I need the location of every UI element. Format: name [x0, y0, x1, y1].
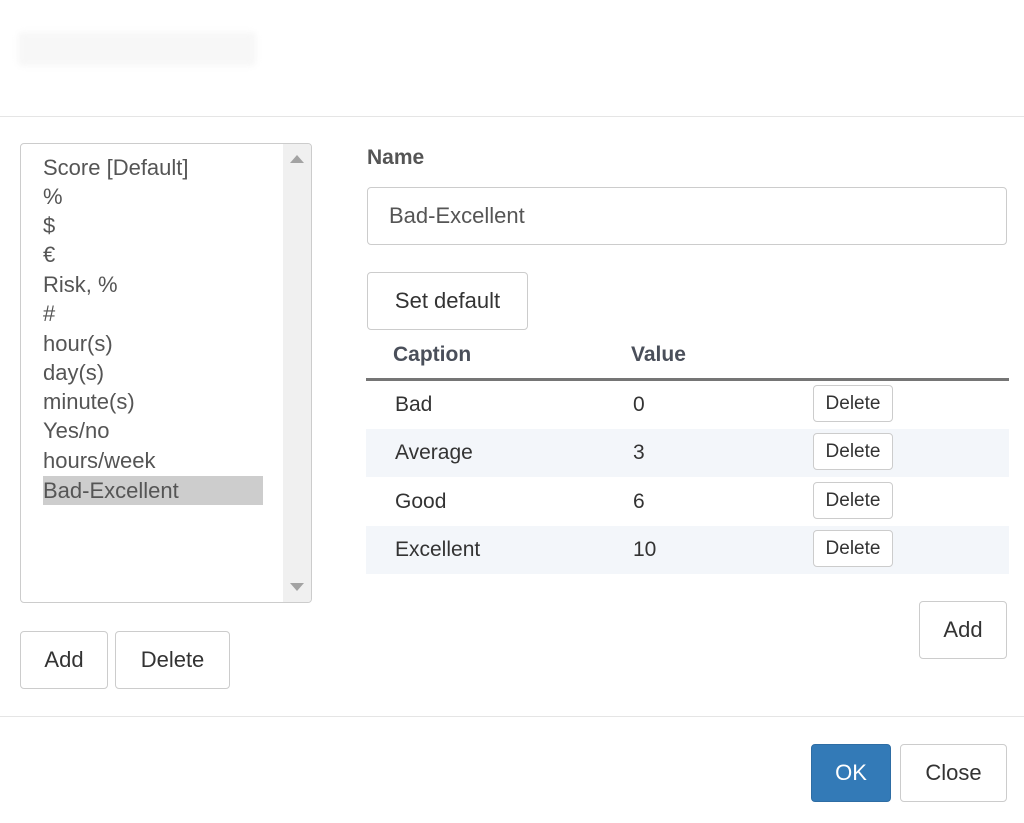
- caption-column-header: Caption: [393, 343, 472, 366]
- unit-option[interactable]: %: [43, 182, 63, 211]
- caption-cell: Excellent: [395, 538, 481, 561]
- listbox-scrollbar[interactable]: [283, 144, 311, 602]
- scroll-down-arrow-icon[interactable]: [290, 583, 304, 591]
- table-row: Excellent 10 Delete: [366, 526, 1009, 574]
- add-unit-button[interactable]: Add: [20, 631, 108, 689]
- table-row: Bad 0 Delete: [366, 381, 1009, 429]
- value-column-header: Value: [631, 343, 686, 366]
- unit-option[interactable]: minute(s): [43, 387, 135, 416]
- value-cell: 0: [633, 393, 645, 416]
- table-row: Good 6 Delete: [366, 478, 1009, 526]
- value-cell: 6: [633, 490, 645, 513]
- add-row-button[interactable]: Add: [919, 601, 1007, 659]
- value-cell: 10: [633, 538, 657, 561]
- scroll-up-arrow-icon[interactable]: [290, 155, 304, 163]
- unit-listbox[interactable]: Score [Default] % $ € Risk, % # hour(s) …: [20, 143, 312, 603]
- unit-option[interactable]: €: [43, 240, 55, 269]
- value-cell: 3: [633, 441, 645, 464]
- unit-option[interactable]: Risk, %: [43, 270, 118, 299]
- delete-row-button[interactable]: Delete: [813, 530, 893, 567]
- name-label: Name: [367, 146, 425, 169]
- delete-row-button[interactable]: Delete: [813, 482, 893, 519]
- caption-cell: Good: [395, 490, 447, 513]
- delete-unit-button[interactable]: Delete: [115, 631, 230, 689]
- unit-option[interactable]: Score [Default]: [43, 153, 189, 182]
- delete-row-button[interactable]: Delete: [813, 433, 893, 470]
- unit-option[interactable]: Yes/no: [43, 416, 109, 445]
- ok-button[interactable]: OK: [811, 744, 891, 802]
- table-row: Average 3 Delete: [366, 429, 1009, 477]
- modal-header: [0, 0, 1024, 117]
- table-header: Caption Value: [366, 330, 1009, 381]
- caption-cell: Average: [395, 441, 473, 464]
- close-button[interactable]: Close: [900, 744, 1007, 802]
- unit-option[interactable]: day(s): [43, 358, 104, 387]
- unit-option[interactable]: $: [43, 211, 55, 240]
- unit-option[interactable]: hours/week: [43, 446, 156, 475]
- unit-option-selected[interactable]: Bad-Excellent: [43, 476, 263, 505]
- name-input[interactable]: [367, 187, 1007, 245]
- footer-divider: [0, 716, 1024, 717]
- unit-option[interactable]: hour(s): [43, 329, 113, 358]
- caption-cell: Bad: [395, 393, 433, 416]
- unit-option[interactable]: #: [43, 299, 55, 328]
- modal-title-obscured: [18, 32, 256, 66]
- delete-row-button[interactable]: Delete: [813, 385, 893, 422]
- set-default-button[interactable]: Set default: [367, 272, 528, 330]
